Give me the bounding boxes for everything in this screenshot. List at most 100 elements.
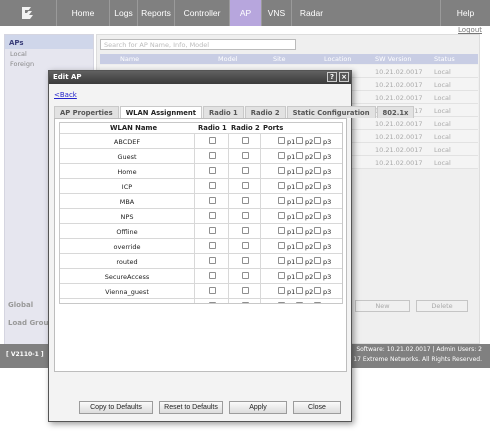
port-p1-checkbox[interactable]	[278, 302, 285, 303]
radio2-cell	[228, 209, 260, 224]
radio1-checkbox[interactable]	[209, 212, 216, 219]
help-link[interactable]: Help	[440, 0, 490, 26]
port-p2-checkbox[interactable]	[296, 257, 303, 264]
software-status: Software: 10.21.02.0017 | Admin Users: 2	[356, 346, 482, 353]
port-p1-checkbox[interactable]	[278, 257, 285, 264]
radio2-checkbox[interactable]	[242, 197, 249, 204]
port-p3-checkbox[interactable]	[314, 137, 321, 144]
port-p1-checkbox[interactable]	[278, 167, 285, 174]
port-p1-checkbox[interactable]	[278, 137, 285, 144]
port-p2-checkbox[interactable]	[296, 287, 303, 294]
column-header-status[interactable]: Status	[434, 55, 455, 63]
tab-static-configuration[interactable]: Static Configuration	[286, 106, 376, 118]
port-p2-checkbox[interactable]	[296, 227, 303, 234]
port-p3-checkbox[interactable]	[314, 197, 321, 204]
port-p1-checkbox[interactable]	[278, 152, 285, 159]
port-p2-checkbox[interactable]	[296, 242, 303, 249]
column-header-name[interactable]: Name	[120, 55, 139, 63]
radio1-checkbox[interactable]	[209, 167, 216, 174]
port-p2-checkbox[interactable]	[296, 182, 303, 189]
column-header-location[interactable]: Location	[324, 55, 352, 63]
radio1-checkbox[interactable]	[209, 272, 216, 279]
radio1-checkbox[interactable]	[209, 182, 216, 189]
port-p1-checkbox[interactable]	[278, 272, 285, 279]
tab-radio-1[interactable]: Radio 1	[203, 106, 244, 118]
column-header-site[interactable]: Site	[273, 55, 285, 63]
close-icon[interactable]: ×	[339, 72, 349, 82]
help-icon[interactable]: ?	[327, 72, 337, 82]
port-p2-checkbox[interactable]	[296, 212, 303, 219]
radio2-checkbox[interactable]	[242, 212, 249, 219]
radio1-checkbox[interactable]	[209, 287, 216, 294]
port-p3-checkbox[interactable]	[314, 227, 321, 234]
port-p2-checkbox[interactable]	[296, 197, 303, 204]
delete-ap-button[interactable]: Delete	[416, 300, 468, 312]
port-p1-checkbox[interactable]	[278, 287, 285, 294]
port-p2-checkbox[interactable]	[296, 152, 303, 159]
nav-tab-vns[interactable]: VNS	[261, 0, 291, 26]
nav-tab-controller[interactable]: Controller	[174, 0, 229, 26]
port-p1-checkbox[interactable]	[278, 227, 285, 234]
ap-search-input[interactable]: Search for AP Name, Info, Model	[100, 39, 296, 50]
port-p2-checkbox[interactable]	[296, 137, 303, 144]
radio1-checkbox[interactable]	[209, 227, 216, 234]
port-p3-checkbox[interactable]	[314, 182, 321, 189]
column-header-model[interactable]: Model	[218, 55, 238, 63]
tab-8021x[interactable]: 802.1x	[376, 106, 415, 118]
radio1-checkbox[interactable]	[209, 302, 216, 303]
sidebar-header-aps[interactable]: APs	[5, 35, 93, 49]
radio2-checkbox[interactable]	[242, 272, 249, 279]
apply-button[interactable]: Apply	[229, 401, 287, 414]
nav-tab-logs[interactable]: Logs	[109, 0, 137, 26]
port-p3-checkbox[interactable]	[314, 272, 321, 279]
nav-tab-home[interactable]: Home	[56, 0, 109, 26]
radio1-checkbox[interactable]	[209, 197, 216, 204]
radio1-checkbox[interactable]	[209, 137, 216, 144]
tab-ap-properties[interactable]: AP Properties	[54, 106, 119, 118]
port-p1-checkbox[interactable]	[278, 182, 285, 189]
port-p1-checkbox[interactable]	[278, 242, 285, 249]
back-link[interactable]: <Back	[54, 91, 77, 99]
column-header-sw-version[interactable]: SW Version	[375, 55, 412, 63]
copy-to-defaults-button[interactable]: Copy to Defaults	[79, 401, 153, 414]
port-p3-checkbox[interactable]	[314, 242, 321, 249]
reset-to-defaults-button[interactable]: Reset to Defaults	[159, 401, 223, 414]
port-label: p1	[287, 228, 296, 236]
port-p1-checkbox[interactable]	[278, 212, 285, 219]
tab-radio-2[interactable]: Radio 2	[244, 106, 286, 118]
radio1-checkbox[interactable]	[209, 242, 216, 249]
radio2-checkbox[interactable]	[242, 302, 249, 303]
port-p3-checkbox[interactable]	[314, 152, 321, 159]
radio2-checkbox[interactable]	[242, 167, 249, 174]
radio2-checkbox[interactable]	[242, 137, 249, 144]
port-p2-checkbox[interactable]	[296, 167, 303, 174]
radio1-checkbox[interactable]	[209, 152, 216, 159]
nav-tab-ap[interactable]: AP	[229, 0, 261, 26]
new-ap-button[interactable]: New	[355, 300, 410, 312]
header-radio-2: Radio 2	[231, 124, 260, 132]
nav-tab-reports[interactable]: Reports	[137, 0, 174, 26]
sidebar-item-local[interactable]: Local	[5, 49, 93, 59]
port-p2-checkbox[interactable]	[296, 272, 303, 279]
sidebar-item-foreign[interactable]: Foreign	[5, 59, 93, 69]
radio2-checkbox[interactable]	[242, 257, 249, 264]
nav-tab-radar[interactable]: Radar	[291, 0, 331, 26]
port-p3-checkbox[interactable]	[314, 167, 321, 174]
port-p3-checkbox[interactable]	[314, 212, 321, 219]
port-p3-checkbox[interactable]	[314, 287, 321, 294]
close-button[interactable]: Close	[293, 401, 341, 414]
ap-sw-version: 10.21.02.0017	[375, 159, 423, 167]
port-p2-checkbox[interactable]	[296, 302, 303, 303]
radio2-checkbox[interactable]	[242, 152, 249, 159]
radio2-checkbox[interactable]	[242, 227, 249, 234]
port-p3-checkbox[interactable]	[314, 257, 321, 264]
radio1-checkbox[interactable]	[209, 257, 216, 264]
tab-wlan-assignment[interactable]: WLAN Assignment	[119, 106, 202, 118]
radio2-checkbox[interactable]	[242, 182, 249, 189]
port-p1-checkbox[interactable]	[278, 197, 285, 204]
radio2-checkbox[interactable]	[242, 287, 249, 294]
logout-link[interactable]: Logout	[458, 26, 482, 34]
radio2-checkbox[interactable]	[242, 242, 249, 249]
dialog-title-bar[interactable]: Edit AP ? ×	[49, 71, 351, 84]
port-p3-checkbox[interactable]	[314, 302, 321, 303]
